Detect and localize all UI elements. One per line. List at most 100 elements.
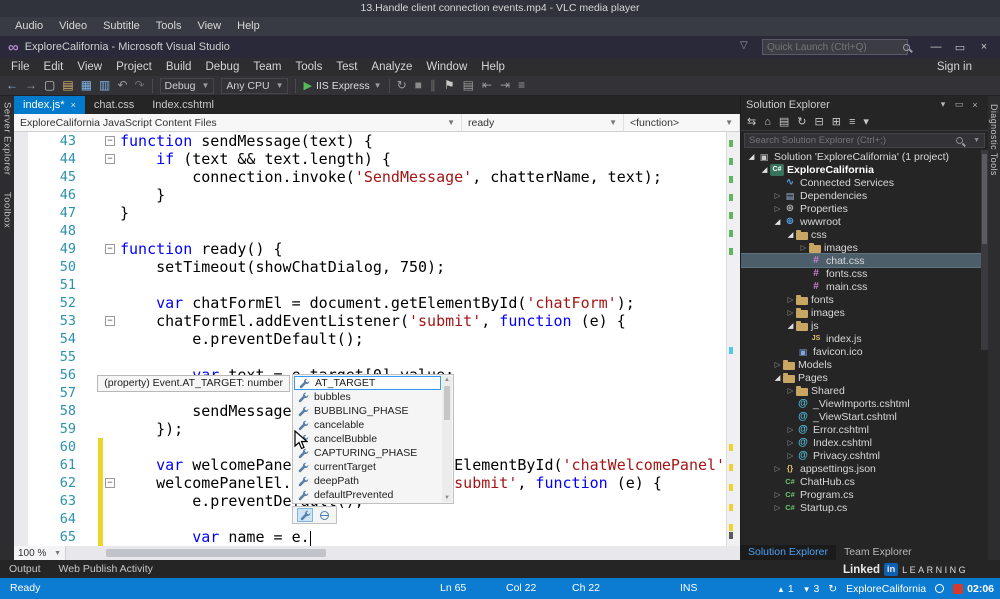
- tree-item-startup-cs[interactable]: ▷ Startup.cs: [741, 501, 988, 514]
- close-button[interactable]: ×: [972, 41, 996, 53]
- tree-item-pages[interactable]: ◢ Pages: [741, 371, 988, 384]
- fold-toggle-icon[interactable]: −: [105, 154, 115, 164]
- solution-search-input[interactable]: [749, 135, 957, 146]
- new-file-icon[interactable]: ▢: [44, 76, 55, 95]
- side-tab-diagnostic-tools[interactable]: Diagnostic Tools: [989, 104, 999, 176]
- tab-index-cshtml[interactable]: Index.cshtml: [143, 96, 223, 114]
- collapse-all-icon[interactable]: ⊟: [815, 115, 824, 128]
- vlc-menu-tools[interactable]: Tools: [149, 17, 189, 36]
- panel-tab-output[interactable]: Output: [0, 560, 50, 578]
- editor-vertical-scrollbar[interactable]: [726, 132, 740, 546]
- vs-menu-analyze[interactable]: Analyze: [364, 58, 419, 76]
- chevron-down-icon[interactable]: ▾: [935, 99, 951, 110]
- solution-explorer-scrollbar[interactable]: [981, 150, 988, 350]
- back-icon[interactable]: ←: [6, 76, 18, 95]
- tree-item-shared[interactable]: ▷ Shared: [741, 384, 988, 397]
- breadcrumb-member-dropdown[interactable]: ready ▼: [462, 114, 624, 131]
- intellisense-item-bubbling-phase[interactable]: BUBBLING_PHASE: [294, 404, 441, 418]
- expand-icon[interactable]: ▷: [798, 243, 809, 252]
- expand-icon[interactable]: ▷: [772, 464, 783, 473]
- tree-item-index-js[interactable]: index.js: [741, 332, 988, 345]
- sync-icon[interactable]: ↻: [828, 583, 837, 595]
- bookmark-icon[interactable]: ⚑: [444, 76, 455, 95]
- vs-menu-test[interactable]: Test: [329, 58, 364, 76]
- intellisense-item-cancelbubble[interactable]: cancelBubble: [294, 432, 441, 446]
- properties-icon[interactable]: ≡: [849, 116, 855, 128]
- tree-item-privacy-cshtml[interactable]: ▷ Privacy.cshtml: [741, 449, 988, 462]
- breadcrumb-type-dropdown[interactable]: <function> ▼: [624, 114, 740, 131]
- intellisense-item-cancelable[interactable]: cancelable: [294, 418, 441, 432]
- pending-pull[interactable]: ▼ 3: [803, 583, 820, 595]
- refresh-icon[interactable]: ↻: [797, 115, 806, 128]
- vs-menu-window[interactable]: Window: [419, 58, 474, 76]
- intellisense-item-bubbles[interactable]: bubbles: [294, 390, 441, 404]
- solution-explorer-titlebar[interactable]: Solution Explorer ▾ ▭ ×: [741, 96, 988, 113]
- expand-icon[interactable]: ▷: [772, 204, 783, 213]
- scroll-thumb[interactable]: [982, 154, 987, 244]
- repository-name[interactable]: ExploreCalifornia: [846, 583, 926, 595]
- start-debugging-button[interactable]: ▶ IIS Express ▼: [303, 79, 381, 93]
- quick-launch-input[interactable]: [763, 41, 903, 53]
- collapse-icon[interactable]: ◢: [746, 152, 757, 161]
- vlc-menu-help[interactable]: Help: [230, 17, 267, 36]
- tree-item-models[interactable]: ▷ Models: [741, 358, 988, 371]
- zoom-dropdown[interactable]: 100 % ▼: [14, 546, 66, 560]
- expand-icon[interactable]: ▷: [772, 503, 783, 512]
- vs-menu-team[interactable]: Team: [246, 58, 288, 76]
- vlc-menu-subtitle[interactable]: Subtitle: [96, 17, 147, 36]
- tree-item-index-cshtml[interactable]: ▷ Index.cshtml: [741, 436, 988, 449]
- task-list-icon[interactable]: ▤: [463, 76, 474, 95]
- pin-icon[interactable]: ▭: [951, 99, 967, 110]
- collapse-icon[interactable]: ◢: [785, 230, 796, 239]
- vs-menu-file[interactable]: File: [4, 58, 37, 76]
- preview-icon[interactable]: ▾: [863, 115, 869, 128]
- expand-icon[interactable]: ▷: [785, 438, 796, 447]
- tree-item-viewstart-cshtml[interactable]: _ViewStart.cshtml: [741, 410, 988, 423]
- tree-item-appsettings-json[interactable]: ▷ appsettings.json: [741, 462, 988, 475]
- scroll-up-icon[interactable]: ▲: [442, 377, 452, 383]
- vs-menu-project[interactable]: Project: [109, 58, 159, 76]
- tree-item-css[interactable]: ◢ css: [741, 228, 988, 241]
- tree-item-fonts[interactable]: ▷ fonts: [741, 293, 988, 306]
- solution-explorer-searchbox[interactable]: ▼: [744, 133, 985, 148]
- home-icon[interactable]: ⌂: [764, 116, 771, 128]
- panel-tab-web-publish-activity[interactable]: Web Publish Activity: [50, 560, 162, 578]
- intellisense-item-at-target[interactable]: AT_TARGET: [294, 376, 441, 390]
- options-icon[interactable]: ≡: [518, 76, 525, 95]
- quick-launch-box[interactable]: [762, 39, 910, 55]
- tab-chat-css[interactable]: chat.css: [85, 96, 143, 114]
- vlc-menu-video[interactable]: Video: [52, 17, 94, 36]
- tree-item-fonts-css[interactable]: fonts.css: [741, 267, 988, 280]
- pending-changes-icon[interactable]: ▤: [779, 115, 789, 128]
- tree-item-connected-services[interactable]: Connected Services: [741, 176, 988, 189]
- tree-item-program-cs[interactable]: ▷ Program.cs: [741, 488, 988, 501]
- tree-item-chat-css[interactable]: chat.css: [741, 253, 988, 268]
- vs-menu-debug[interactable]: Debug: [198, 58, 246, 76]
- close-tab-icon[interactable]: ×: [71, 100, 76, 110]
- vs-titlebar[interactable]: ∞ ExploreCalifornia - Microsoft Visual S…: [0, 36, 1000, 58]
- vlc-menu-audio[interactable]: Audio: [8, 17, 50, 36]
- notifications-icon[interactable]: [935, 584, 945, 593]
- panel-tab-solution-explorer[interactable]: Solution Explorer: [740, 545, 836, 560]
- property-filter-icon[interactable]: [297, 508, 313, 522]
- solution-configuration-dropdown[interactable]: Debug ▼: [159, 77, 215, 94]
- vs-menu-tools[interactable]: Tools: [288, 58, 329, 76]
- open-file-icon[interactable]: ▤: [62, 76, 73, 95]
- vs-menu-view[interactable]: View: [70, 58, 109, 76]
- sign-in-link[interactable]: Sign in: [937, 58, 972, 76]
- popup-scrollbar[interactable]: ▲ ▼: [442, 376, 452, 502]
- fold-toggle-icon[interactable]: −: [105, 316, 115, 326]
- outline-icon[interactable]: ⇥: [500, 76, 510, 95]
- tree-item-explorecalifornia[interactable]: ◢ ExploreCalifornia: [741, 163, 988, 176]
- scroll-thumb[interactable]: [444, 386, 450, 420]
- undo-icon[interactable]: ↶: [117, 76, 127, 95]
- vlc-titlebar[interactable]: 13.Handle client connection events.mp4 -…: [0, 0, 1000, 17]
- tree-item-favicon-ico[interactable]: favicon.ico: [741, 345, 988, 358]
- expand-icon[interactable]: ▷: [785, 386, 796, 395]
- intellisense-item-deeppath[interactable]: deepPath: [294, 474, 441, 488]
- expand-icon[interactable]: ▷: [785, 425, 796, 434]
- navigate-icon[interactable]: ⇤: [482, 76, 492, 95]
- intellisense-item-defaultprevented[interactable]: defaultPrevented: [294, 488, 441, 502]
- side-tab-toolbox[interactable]: Toolbox: [2, 192, 13, 228]
- refresh-icon[interactable]: ↻: [397, 76, 407, 95]
